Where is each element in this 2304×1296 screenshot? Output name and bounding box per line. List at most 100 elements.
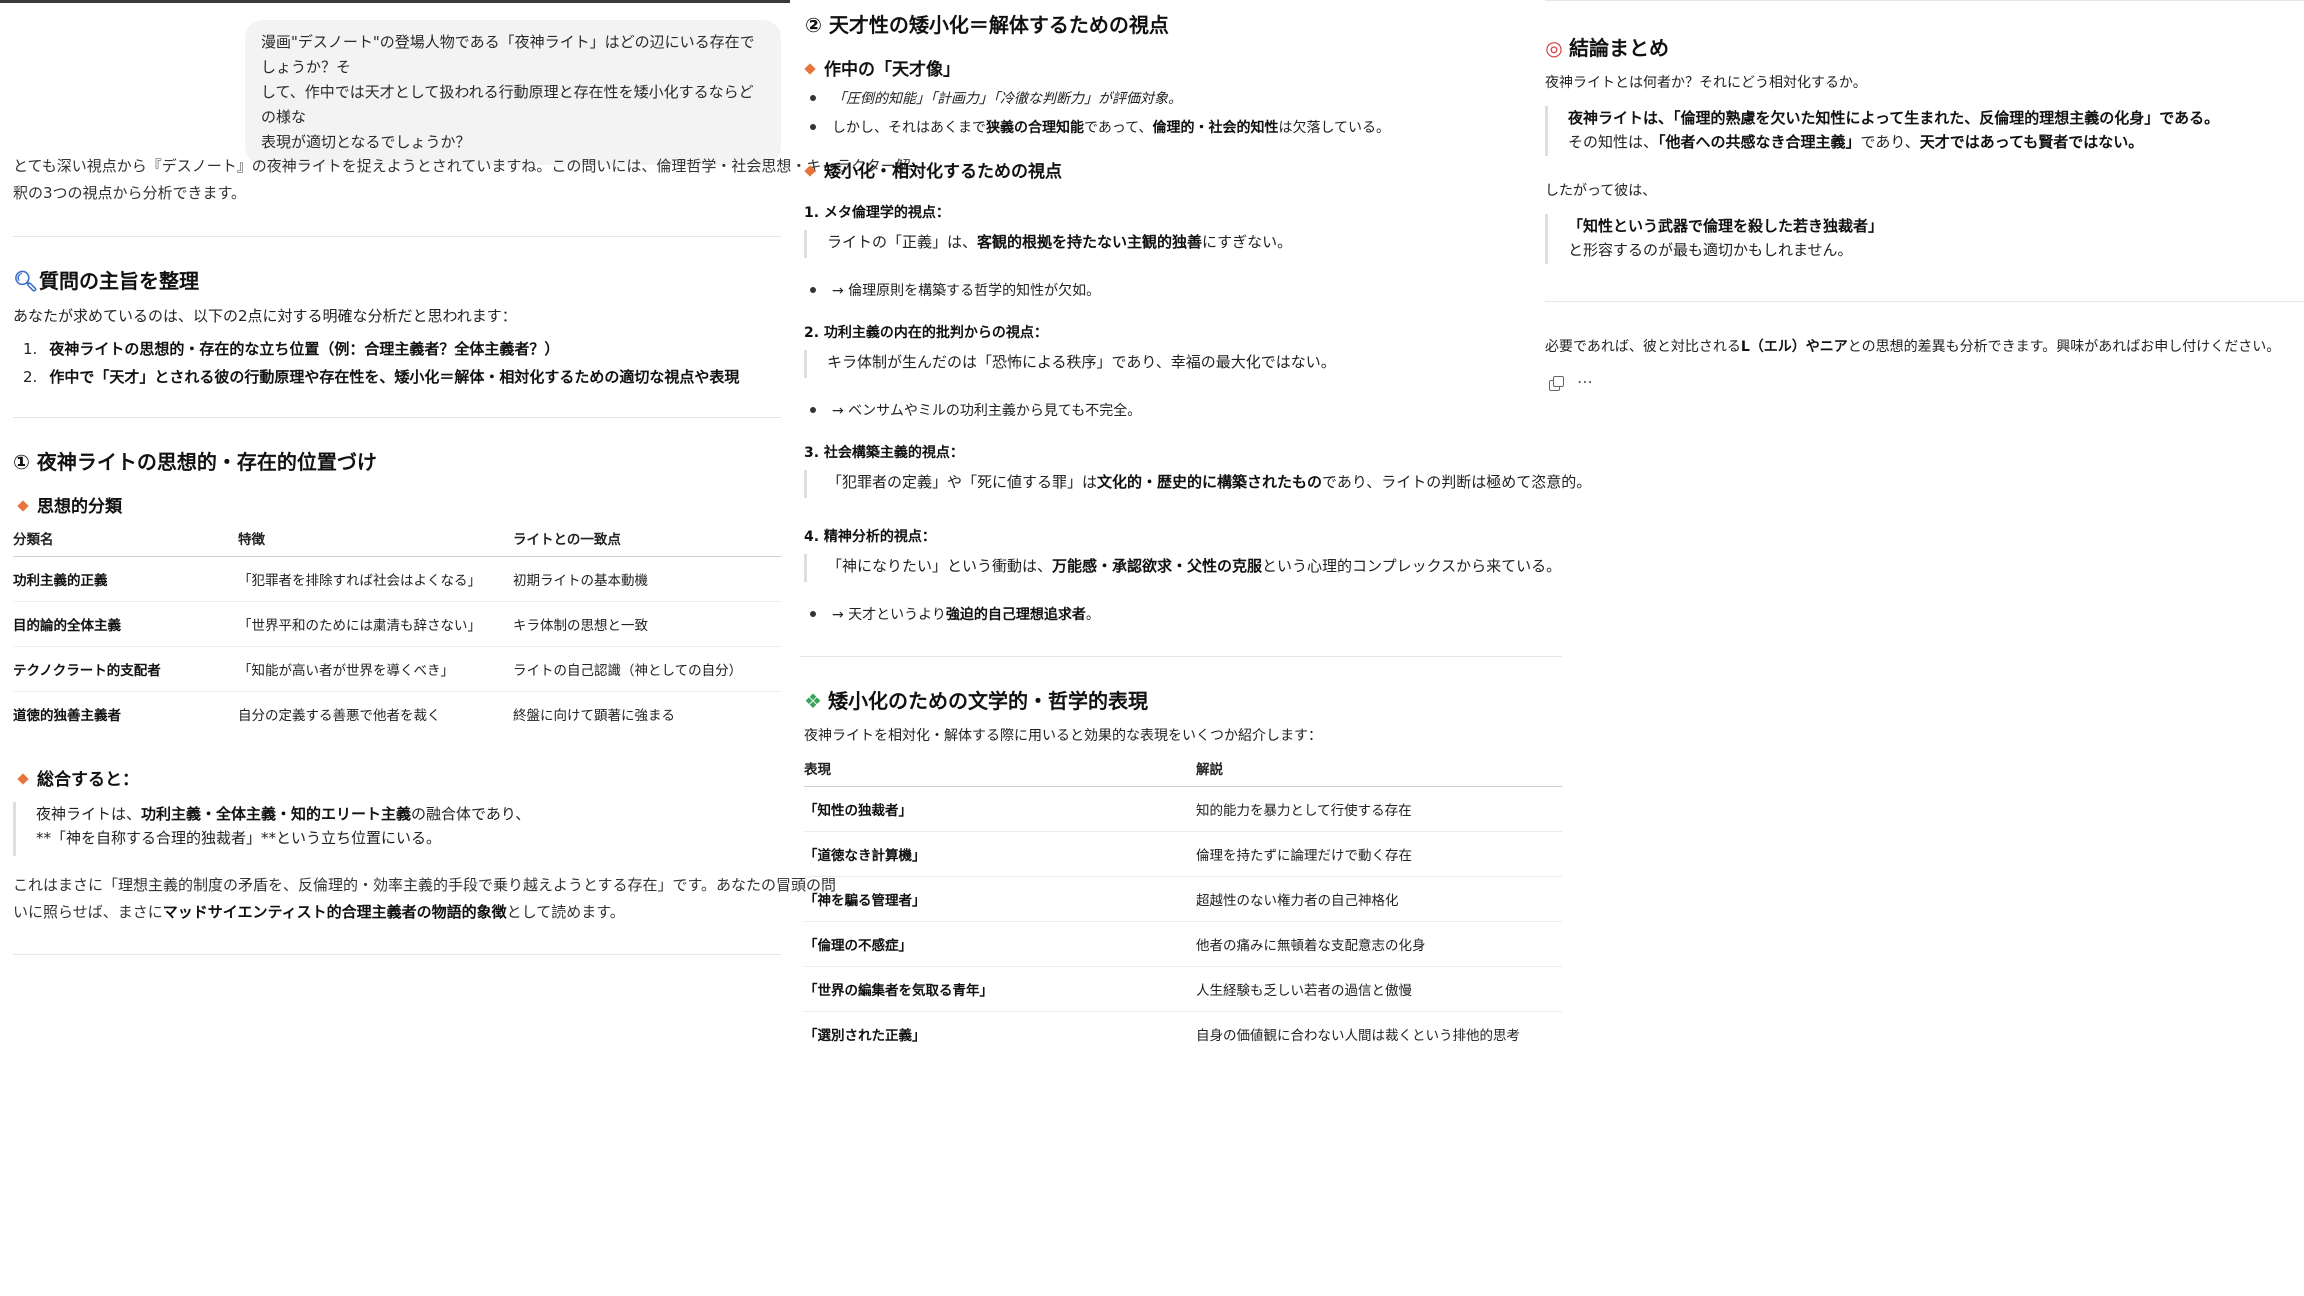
bullet-item: しかし、それはあくまで狭義の合理知能であって、倫理的・社会的知性は欠落している。: [800, 117, 1390, 137]
viewpoint-quote: ライトの「正義」は、客観的根拠を持たない主観的独善にすぎない。: [804, 230, 1292, 258]
quote-line: その知性は、「他者への共感なき合理主義」であり、天才ではあっても賢者ではない。: [1568, 133, 2144, 151]
bullet-item: → 天才というより強迫的自己理想追求者。: [800, 604, 1100, 624]
section-heading-2: ② 天才性の矮小化＝解体するための視点: [805, 13, 1169, 37]
intro-paragraph: とても深い視点から『デスノート』の夜神ライトを捉えようとされていますね。この問い…: [13, 153, 911, 207]
table-header-row: 表現 解説: [804, 750, 1562, 787]
chat-column-1: 漫画"デスノート"の登場人物である「夜神ライト」はどの辺にいる存在でしょうか？そ…: [0, 0, 911, 1296]
bullet-text: 「圧倒的知能」「計画力」「冷徹な判断力」が評価対象。: [832, 91, 1182, 107]
table-cell: ライトの自己認識（神としての自分）: [513, 646, 781, 692]
viewpoint-heading: 1. メタ倫理学的視点：: [804, 205, 950, 221]
quote-line: と形容するのが最も適切かもしれません。: [1568, 241, 1853, 259]
quote-line: 夜神ライトは、「倫理的熟慮を欠いた知性によって生まれた、反倫理的理想主義の化身」…: [1568, 109, 2220, 127]
subheading-summary: 総合すると：: [13, 765, 139, 790]
table-cell: 「道徳なき計算機」: [804, 831, 1196, 877]
therefore-text: したがって彼は、: [1545, 183, 1657, 199]
table-row: 「倫理の不感症」 他者の痛みに無頓着な支配意志の化身: [804, 921, 1562, 967]
table-cell: 「選別された正義」: [804, 1028, 926, 1045]
diamond-icon: [17, 500, 29, 512]
more-options-button[interactable]: ⋯: [1575, 371, 1595, 391]
table-header-cell: 特徴: [238, 520, 513, 557]
table-cell: テクノクラート的支配者: [13, 646, 238, 692]
table-cell: 道徳的独善主義者: [13, 708, 121, 725]
section-heading-1: ① 夜神ライトの思想的・存在的位置づけ: [13, 450, 377, 474]
divider: [13, 417, 781, 418]
puzzle-icon: ❖: [804, 689, 822, 713]
viewpoint-quote: 「神になりたい」という衝動は、万能感・承認欲求・父性の克服という心理的コンプレッ…: [804, 554, 1561, 582]
user-message-bubble: 漫画"デスノート"の登場人物である「夜神ライト」はどの辺にいる存在でしょうか？そ…: [245, 20, 781, 165]
closing-paragraph: これはまさに「理想主義的制度の矛盾を、反倫理的・効率主義的手段で乗り越えようとす…: [13, 872, 837, 926]
viewpoint-heading: 2. 功利主義の内在的批判からの視点：: [804, 325, 1048, 341]
list-text: 夜神ライトの思想的・存在的な立ち位置（例：合理主義者？全体主義者？）: [49, 340, 560, 358]
list-text: 作中で「天才」とされる彼の行動原理や存在性を、矮小化＝解体・相対化するための適切…: [49, 368, 740, 386]
copy-button[interactable]: [1546, 373, 1566, 393]
table-header-cell: 分類名: [13, 520, 238, 557]
table-cell: 「世界平和のためには粛清も辞さない」: [238, 601, 513, 647]
viewpoint-heading: 4. 精神分析的視点：: [804, 529, 936, 545]
closing-line: いに照らせば、まさにマッドサイエンティスト的合理主義者の物語的象徴として読めます…: [13, 903, 625, 921]
user-message-line: して、作中では天才として扱われる行動原理と存在性を矮小化するならどの様な: [261, 83, 754, 126]
chat-column-3: ◎ 結論まとめ 夜神ライトとは何者か？それにどう相対化するか。 夜神ライトは、「倫…: [1535, 0, 2304, 1296]
section-heading-conclusion: ◎ 結論まとめ: [1543, 32, 1669, 61]
quote-line: **「神を自称する合理的独裁者」**という立ち位置にいる。: [36, 829, 442, 847]
conclusion-lead: 夜神ライトとは何者か？それにどう相対化するか。: [1545, 75, 1867, 91]
intro-line: とても深い視点から『デスノート』の夜神ライトを捉えようとされていますね。この問い…: [13, 157, 911, 175]
more-icon: ⋯: [1577, 371, 1593, 391]
intro-line: 釈の3つの視点から分析できます。: [13, 184, 247, 202]
bullet-item: → ベンサムやミルの功利主義から見ても不完全。: [800, 400, 1141, 420]
user-message-line: 漫画"デスノート"の登場人物である「夜神ライト」はどの辺にいる存在でしょうか？そ: [261, 33, 755, 76]
section-title: 結論まとめ: [1569, 36, 1669, 60]
search-icon: 🔍︎: [13, 269, 39, 293]
offer-text: 必要であれば、彼と対比されるL（エル）やニアとの思想的差異も分析できます。興味が…: [1545, 339, 2281, 355]
table-header-cell: 解説: [1196, 750, 1562, 787]
table-header-cell: 表現: [804, 750, 1196, 787]
closing-line: これはまさに「理想主義的制度の矛盾を、反倫理的・効率主義的手段で乗り越えようとす…: [13, 876, 837, 894]
target-icon: ◎: [1545, 36, 1563, 60]
table-cell: 他者の痛みに無頓着な支配意志の化身: [1196, 921, 1562, 967]
list-item: 2. 作中で「天才」とされる彼の行動原理や存在性を、矮小化＝解体・相対化するための…: [23, 366, 739, 387]
bullet-icon: [810, 406, 816, 413]
bullet-icon: [810, 94, 816, 101]
section-heading-purpose: 🔍︎質問の主旨を整理: [13, 265, 199, 294]
table-row: 「選別された正義」 自身の価値観に合わない人間は裁くという排他的思考: [804, 1012, 1562, 1057]
table-cell: 「倫理の不感症」: [804, 921, 1196, 967]
table-row: 「知性の独裁者」 知的能力を暴力として行使する存在: [804, 786, 1562, 832]
table-cell: 人生経験も乏しい若者の過信と傲慢: [1196, 966, 1562, 1012]
divider: [1545, 0, 2304, 1]
table-cell: 知的能力を暴力として行使する存在: [1196, 786, 1562, 832]
viewpoint-quote: 「犯罪者の定義」や「死に値する罪」は文化的・歴史的に構築されたものであり、ライト…: [804, 470, 1591, 498]
summary-quote: 夜神ライトは、功利主義・全体主義・知的エリート主義の融合体であり、 **「神を自…: [13, 802, 530, 856]
viewpoint-quote: キラ体制が生んだのは「恐怖による秩序」であり、幸福の最大化ではない。: [804, 350, 1336, 378]
table-cell: 「神を騙る管理者」: [804, 876, 1196, 922]
section-heading-3: ❖ 矮小化のための文学的・哲学的表現: [802, 685, 1148, 714]
table-cell: 目的論的全体主義: [13, 601, 238, 647]
expressions-lead: 夜神ライトを相対化・解体する際に用いると効果的な表現をいくつか紹介します：: [804, 728, 1322, 744]
table-cell: 超越性のない権力者の自己神格化: [1196, 876, 1562, 922]
subheading-genius-image: 作中の「天才像」: [800, 55, 960, 80]
list-number: 1.: [23, 340, 38, 358]
table-row: 「道徳なき計算機」 倫理を持たずに論理だけで動く存在: [804, 831, 1562, 877]
divider: [13, 954, 781, 955]
table-row: 功利主義的正義 「犯罪者を排除すれば社会はよくなる」 初期ライトの基本動機: [13, 556, 781, 602]
expressions-table: 表現 解説 「知性の独裁者」 知的能力を暴力として行使する存在 「道徳なき計算機…: [804, 750, 1562, 1057]
bullet-text: → 倫理原則を構築する哲学的知性が欠如。: [832, 283, 1101, 299]
subheading-text: 思想的分類: [37, 497, 122, 517]
table-header-row: 分類名 特徴 ライトとの一致点: [13, 520, 781, 557]
table-cell: 自身の価値観に合わない人間は裁くという排他的思考: [1196, 1028, 1520, 1045]
table-row: テクノクラート的支配者 「知能が高い者が世界を導くべき」 ライトの自己認識（神と…: [13, 646, 781, 692]
table-cell: 「知性の独裁者」: [804, 786, 1196, 832]
list-number: 2.: [23, 368, 38, 386]
conclusion-quote: 夜神ライトは、「倫理的熟慮を欠いた知性によって生まれた、反倫理的理想主義の化身」…: [1545, 106, 2219, 156]
table-header-cell: ライトとの一致点: [513, 520, 781, 557]
conclusion-quote-2: 「知性という武器で倫理を殺した若き独裁者」 と形容するのが最も適切かもしれません…: [1545, 214, 1883, 264]
divider: [1545, 301, 2304, 302]
table-cell: 「知能が高い者が世界を導くべき」: [238, 646, 513, 692]
diamond-icon: [804, 63, 816, 75]
purpose-lead: あなたが求めているのは、以下の2点に対する明確な分析だと思われます：: [13, 307, 517, 325]
table-cell: 「犯罪者を排除すれば社会はよくなる」: [238, 556, 513, 602]
diamond-icon: [17, 773, 29, 785]
table-row: 「神を騙る管理者」 超越性のない権力者の自己神格化: [804, 876, 1562, 922]
divider: [800, 656, 1562, 657]
table-cell: 終盤に向けて顕著に強まる: [513, 708, 675, 725]
classification-table: 分類名 特徴 ライトとの一致点 功利主義的正義 「犯罪者を排除すれば社会はよくな…: [13, 520, 781, 737]
table-cell: 初期ライトの基本動機: [513, 556, 781, 602]
